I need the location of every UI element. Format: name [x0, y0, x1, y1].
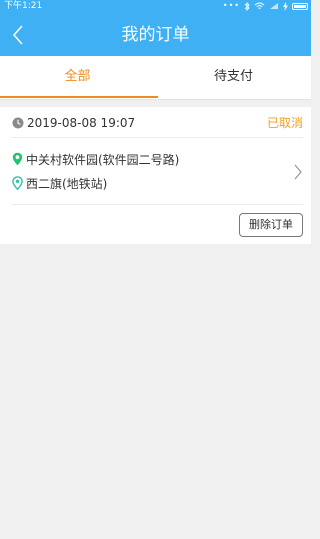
bluetooth-icon — [244, 1, 250, 11]
destination-row: 西二旗(地铁站) — [12, 174, 281, 192]
tab-pending-payment[interactable]: 待支付 — [156, 56, 311, 100]
destination-address: 西二旗(地铁站) — [26, 176, 108, 191]
divider — [12, 204, 303, 205]
order-tabs: 全部 待支付 — [0, 56, 311, 100]
signal-dots-icon: ••• — [222, 1, 240, 10]
status-bar: 下午1:21 ••• — [0, 0, 311, 12]
order-time: 2019-08-08 19:07 — [27, 116, 136, 130]
origin-address: 中关村软件园(软件园二号路) — [26, 152, 180, 167]
order-time-row: 2019-08-08 19:07 已取消 — [12, 113, 303, 133]
order-status-badge: 已取消 — [266, 116, 303, 130]
destination-pin-icon — [12, 176, 23, 190]
battery-icon — [292, 2, 308, 10]
divider — [12, 137, 303, 138]
location-pin-icon — [12, 152, 23, 166]
active-tab-indicator — [0, 96, 158, 98]
page-title: 我的订单 — [121, 25, 190, 45]
delete-order-button[interactable]: 删除订单 — [239, 213, 303, 237]
signal-icon — [270, 3, 278, 9]
charging-icon — [283, 1, 288, 11]
app-header: 下午1:21 ••• 我的订单 — [0, 0, 311, 56]
status-icons: ••• — [223, 0, 308, 12]
tab-all[interactable]: 全部 — [0, 56, 155, 100]
wifi-icon — [254, 2, 265, 9]
clock-icon — [12, 117, 24, 129]
status-time: 下午1:21 — [4, 1, 43, 11]
chevron-right-icon[interactable] — [293, 163, 303, 181]
origin-row: 中关村软件园(软件园二号路) — [12, 150, 281, 168]
order-card[interactable]: 2019-08-08 19:07 已取消 中关村软件园(软件园二号路) 西二旗(… — [0, 107, 311, 244]
